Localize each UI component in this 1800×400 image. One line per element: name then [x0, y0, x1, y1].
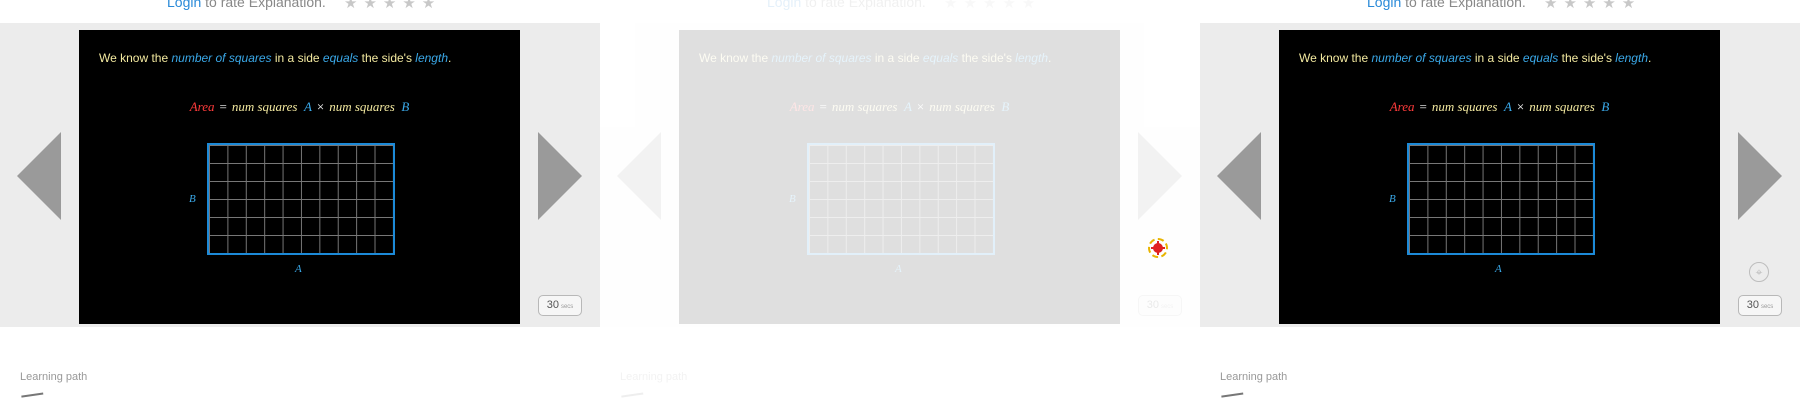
slide-text: We know the number of squares in a side …: [699, 51, 1052, 65]
side-b-label: B: [789, 193, 796, 205]
next-arrow-icon[interactable]: [538, 132, 582, 220]
next-arrow-icon[interactable]: [1738, 132, 1782, 220]
rate-text: to rate Explanation.: [1401, 0, 1526, 10]
slide-stage: We know the number of squares in a side …: [0, 23, 600, 327]
prev-arrow-icon[interactable]: [17, 132, 61, 220]
panel-3: Login to rate Explanation. ★★★★★ We know…: [1200, 0, 1800, 400]
side-a-label: A: [295, 263, 302, 275]
learning-path-icon: [1221, 392, 1245, 400]
target-cross-v: [1157, 241, 1159, 255]
slide-stage: We know the number of squares in a side …: [1200, 23, 1800, 327]
duration-badge: 30 secs: [1138, 295, 1182, 316]
rating-stars[interactable]: ★★★★★: [1544, 0, 1641, 12]
crosshair-target-icon[interactable]: [1148, 238, 1168, 258]
side-a-label: A: [1495, 263, 1502, 275]
login-link[interactable]: Login: [167, 0, 201, 10]
area-formula: Area = num squares A × num squares B: [789, 99, 1010, 114]
slide-stage: We know the number of squares in a side …: [600, 23, 1200, 327]
side-b-label: B: [189, 193, 196, 205]
panel-1: Login to rate Explanation. ★★★★★ We know…: [0, 0, 600, 400]
rate-text: to rate Explanation.: [801, 0, 926, 10]
slide-text: We know the number of squares in a side …: [99, 51, 452, 65]
crosshair-icon[interactable]: ⌖: [1749, 262, 1769, 282]
square-grid: [1407, 143, 1595, 255]
slide-text: We know the number of squares in a side …: [1299, 51, 1652, 65]
prev-arrow-icon[interactable]: [1217, 132, 1261, 220]
side-a-label: A: [895, 263, 902, 275]
rate-text: to rate Explanation.: [201, 0, 326, 10]
area-formula: Area = num squares A × num squares B: [189, 99, 410, 114]
area-formula: Area = num squares A × num squares B: [1389, 99, 1610, 114]
learning-path-icon: [21, 392, 45, 400]
login-link[interactable]: Login: [767, 0, 801, 10]
slide: We know the number of squares in a side …: [1279, 30, 1720, 324]
learning-path-icon: [621, 392, 645, 400]
prev-arrow-icon[interactable]: [617, 132, 661, 220]
duration-badge: 30 secs: [1738, 295, 1782, 316]
learning-path-label[interactable]: Learning path: [20, 371, 87, 383]
panel-2: Login to rate Explanation. ★★★★★ We know…: [600, 0, 1200, 400]
learning-path-label[interactable]: Learning path: [620, 371, 687, 383]
side-b-label: B: [1389, 193, 1396, 205]
next-arrow-icon[interactable]: [1138, 132, 1182, 220]
rating-bar: Login to rate Explanation. ★★★★★: [1200, 0, 1800, 22]
slide: We know the number of squares in a side …: [679, 30, 1120, 324]
rating-stars[interactable]: ★★★★★: [344, 0, 441, 12]
learning-path-label[interactable]: Learning path: [1220, 371, 1287, 383]
slide: We know the number of squares in a side …: [79, 30, 520, 324]
rating-bar: Login to rate Explanation. ★★★★★: [600, 0, 1200, 22]
square-grid: [807, 143, 995, 255]
rating-bar: Login to rate Explanation. ★★★★★: [0, 0, 600, 22]
square-grid: [207, 143, 395, 255]
login-link[interactable]: Login: [1367, 0, 1401, 10]
rating-stars[interactable]: ★★★★★: [944, 0, 1041, 12]
duration-badge: 30 secs: [538, 295, 582, 316]
